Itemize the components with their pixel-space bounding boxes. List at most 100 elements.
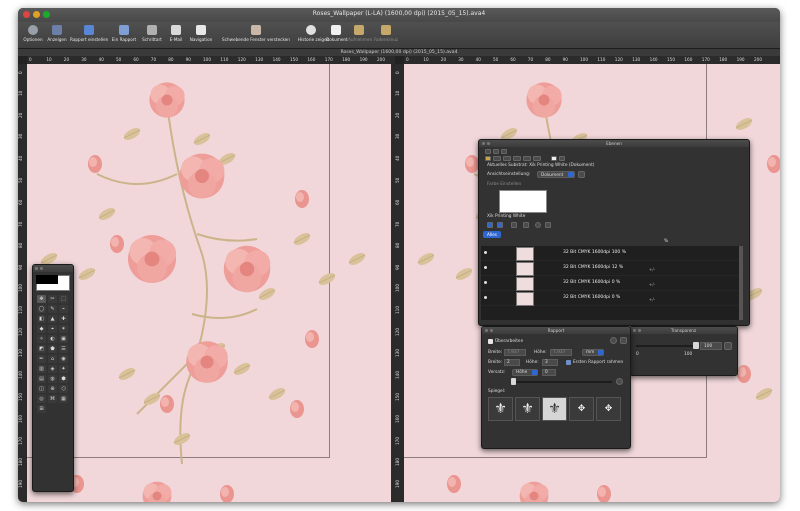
tool-button[interactable]: ✦ xyxy=(59,365,68,373)
tool-button[interactable]: ✂ xyxy=(48,295,57,303)
tool-button[interactable]: ⌘ xyxy=(48,395,57,403)
transparenz-titlebar[interactable]: Transparenz xyxy=(630,327,737,334)
layer-adjust[interactable]: +/- xyxy=(649,282,655,287)
close-rapport-button[interactable] xyxy=(485,329,488,332)
rapport-titlebar[interactable]: Rapport xyxy=(482,327,630,334)
toolbar-button-email[interactable]: E-Mail xyxy=(166,25,186,47)
foreground-color-swatch[interactable] xyxy=(36,275,58,284)
ebenen-view-button[interactable] xyxy=(523,156,531,161)
ebenen-titlebar[interactable]: Ebenen xyxy=(479,140,749,147)
eye-icon[interactable] xyxy=(484,296,487,299)
tool-button[interactable]: ⊕ xyxy=(48,385,57,393)
tool-button[interactable]: ◈ xyxy=(48,365,57,373)
layer-tool-button[interactable] xyxy=(487,222,493,228)
ebenen-view-button[interactable] xyxy=(533,156,541,161)
layer-tool-button[interactable] xyxy=(523,222,529,228)
close-ebenen-button[interactable] xyxy=(482,142,485,145)
close-transparenz-button[interactable] xyxy=(633,329,636,332)
tool-button[interactable]: ✥ xyxy=(37,295,46,303)
tool-button[interactable]: ▣ xyxy=(59,335,68,343)
ebenen-option-button[interactable] xyxy=(501,149,507,154)
toolbar-button-aufnehmen[interactable]: Aufnehmen xyxy=(348,25,372,47)
breite2-field[interactable]: 2 xyxy=(504,359,520,366)
tool-button[interactable]: ⬡ xyxy=(59,385,68,393)
minimize-rapport-button[interactable] xyxy=(490,329,493,332)
layer-row[interactable]: 32 Bit CMYK 1600dpi 12 % +/- xyxy=(481,261,743,276)
layer-adjust[interactable]: +/- xyxy=(649,297,655,302)
eye-icon[interactable] xyxy=(484,266,487,269)
opacity-settings-button[interactable] xyxy=(724,342,732,350)
tool-button[interactable]: ✚ xyxy=(59,315,68,323)
ansicht-settings-button[interactable] xyxy=(578,171,585,178)
toolbar-button-schrittart[interactable]: Schrittart xyxy=(140,25,164,47)
opacity-slider-knob[interactable] xyxy=(693,342,699,349)
tool-button[interactable]: ◎ xyxy=(37,395,46,403)
help-icon[interactable] xyxy=(535,222,541,228)
layer-tool-button[interactable] xyxy=(497,222,503,228)
gear-icon[interactable] xyxy=(616,378,623,385)
tool-button[interactable]: ▤ xyxy=(37,375,46,383)
tool-button[interactable]: ▥ xyxy=(37,365,46,373)
tool-button[interactable]: ◐ xyxy=(48,335,57,343)
ueberarbeiten-checkbox[interactable] xyxy=(488,339,493,344)
breite-field[interactable]: 7,937 xyxy=(504,349,526,356)
mirror-none-button[interactable]: ⚜ xyxy=(488,397,513,421)
toolbar-button-dokument[interactable]: Dokument xyxy=(326,25,348,47)
toolbar-button-fadenkreuz[interactable]: Fadenkreuz xyxy=(372,25,400,47)
close-tools-button[interactable] xyxy=(35,267,38,270)
tool-button[interactable]: ◆ xyxy=(37,325,46,333)
unit-select[interactable]: mm xyxy=(582,349,604,356)
tool-button[interactable]: ✶ xyxy=(59,325,68,333)
ansicht-select[interactable]: Dokument xyxy=(537,171,575,178)
tool-button[interactable]: ⬚ xyxy=(59,295,68,303)
left-canvas[interactable] xyxy=(27,64,391,502)
versatz-select[interactable]: Höhe xyxy=(512,369,538,376)
ebenen-option-button[interactable] xyxy=(493,149,499,154)
tool-button[interactable]: ◫ xyxy=(37,385,46,393)
ebenen-option-button[interactable] xyxy=(559,156,565,161)
toolbar-button-anzeigen[interactable]: Anzeigen xyxy=(46,25,68,47)
mirror-quad-button[interactable]: ✥ xyxy=(569,397,594,421)
toolbar-button-ein-rapport[interactable]: Ein Rapport xyxy=(110,25,138,47)
tool-button[interactable]: ✧ xyxy=(37,335,46,343)
toolbar-button-optionen[interactable]: Optionen xyxy=(22,25,44,47)
layer-scrollbar[interactable] xyxy=(739,246,743,320)
minimize-ebenen-button[interactable] xyxy=(487,142,490,145)
ebenen-option-button[interactable] xyxy=(485,149,491,154)
opacity-slider-track[interactable] xyxy=(636,345,696,347)
ersten-rapport-checkbox[interactable] xyxy=(566,360,571,365)
ebenen-view-button[interactable] xyxy=(513,156,521,161)
tool-button[interactable]: ◍ xyxy=(48,375,57,383)
toolbar-button-historie[interactable]: Historie zeigen xyxy=(298,25,329,47)
tool-button[interactable]: ⌂ xyxy=(48,355,57,363)
tool-button[interactable]: ▦ xyxy=(59,395,68,403)
mirror-vertical-button[interactable]: ⚜ xyxy=(542,397,567,421)
tool-button[interactable]: ⊞ xyxy=(37,405,46,413)
hoehe-field[interactable]: 7,937 xyxy=(550,349,572,356)
tool-button[interactable]: ⬢ xyxy=(59,375,68,383)
tool-button[interactable]: ▲ xyxy=(48,315,57,323)
tool-button[interactable]: ⌖ xyxy=(48,325,57,333)
alles-button[interactable]: Alles xyxy=(483,231,501,238)
ebenen-white-button[interactable] xyxy=(551,156,557,161)
tool-button[interactable]: ◉ xyxy=(59,355,68,363)
mirror-quad-alt-button[interactable]: ✥ xyxy=(596,397,621,421)
toolbar-button-navigation[interactable]: Navigation xyxy=(188,25,214,47)
ebenen-view-button[interactable] xyxy=(503,156,511,161)
ebenen-view-button[interactable] xyxy=(493,156,501,161)
tool-button[interactable]: ⌁ xyxy=(59,305,68,313)
tool-button[interactable]: ⬟ xyxy=(48,345,57,353)
minimize-transparenz-button[interactable] xyxy=(638,329,641,332)
versatz-slider-knob[interactable] xyxy=(511,378,516,385)
tool-button[interactable]: ◧ xyxy=(37,315,46,323)
left-view-pane[interactable]: 0 10 20 30 40 50 60 70 80 90 100 110 120 130 140 150 160… xyxy=(18,56,391,502)
tool-button[interactable]: ☰ xyxy=(59,345,68,353)
tool-button[interactable]: ◩ xyxy=(37,345,46,353)
tool-button[interactable]: ✎ xyxy=(48,305,57,313)
minimize-tools-button[interactable] xyxy=(40,267,43,270)
layer-row[interactable]: 32 Bit CMYK 1600dpi 0 % +/- xyxy=(481,276,743,291)
layer-row[interactable]: 32 Bit CMYK 1600dpi 100 % xyxy=(481,246,743,261)
toolbar-button-hide-windows[interactable]: Schwebende Fenster verstecken xyxy=(216,25,296,47)
opacity-value-field[interactable]: 100 xyxy=(700,342,722,350)
right-view-pane[interactable]: 0 10 20 30 40 50 60 70 80 90 100 110 120 130 140 150 160… xyxy=(395,56,780,502)
